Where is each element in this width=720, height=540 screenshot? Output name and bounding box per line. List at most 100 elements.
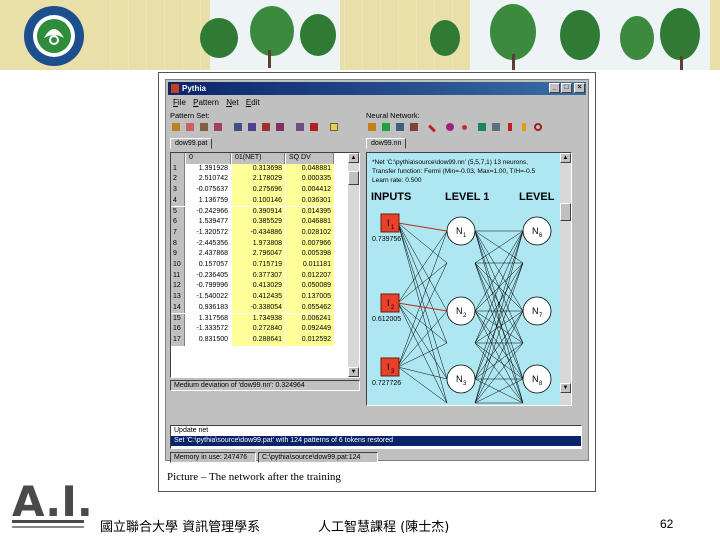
- table-cell[interactable]: -0.075637: [186, 185, 231, 196]
- table-cell[interactable]: 2.178029: [232, 174, 285, 186]
- stop-icon[interactable]: [308, 121, 320, 133]
- table-row[interactable]: 15 1.317568 1.734938 0.006241: [171, 313, 349, 325]
- table-cell[interactable]: 0.007966: [286, 238, 334, 250]
- refresh-icon[interactable]: [532, 121, 544, 133]
- delete-icon[interactable]: [274, 121, 286, 133]
- save-net-icon[interactable]: [394, 121, 406, 133]
- insert-icon[interactable]: [260, 121, 272, 133]
- table-cell[interactable]: 0.055462: [286, 302, 334, 314]
- table-row[interactable]: 14 0.936183 -0.338054 0.055462: [171, 302, 349, 314]
- table-row[interactable]: 7 -1.320572 -0.434886 0.028102: [171, 227, 349, 239]
- table-cell[interactable]: 0.014395: [286, 206, 334, 218]
- table-cell[interactable]: 0.137005: [286, 292, 334, 303]
- table-cell[interactable]: 1.317568: [186, 314, 231, 325]
- menu-net[interactable]: Net: [226, 97, 238, 108]
- paste-icon[interactable]: [246, 121, 258, 133]
- table-cell[interactable]: 0.048881: [286, 163, 334, 175]
- table-cell[interactable]: 0.050089: [286, 281, 334, 293]
- tab-dow99-nn[interactable]: dow99.nn: [366, 138, 407, 149]
- table-row[interactable]: 16 -1.333572 0.272840 0.092449: [171, 324, 349, 335]
- table-cell[interactable]: -0.799996: [186, 281, 231, 292]
- table-cell[interactable]: 0.100146: [232, 195, 285, 207]
- table-cell[interactable]: 0.377307: [232, 270, 285, 282]
- menu-file[interactable]: File: [173, 97, 186, 108]
- table-cell[interactable]: 0.028102: [286, 227, 334, 239]
- table-cell[interactable]: -0.236405: [186, 271, 231, 282]
- table-row[interactable]: 4 1.136759 0.100146 0.036301: [171, 195, 349, 207]
- table-cell[interactable]: 0.413029: [232, 281, 285, 293]
- copy-icon[interactable]: [232, 121, 244, 133]
- flask-icon[interactable]: [518, 121, 530, 133]
- table-cell[interactable]: -0.434886: [232, 227, 285, 239]
- table-cell[interactable]: 1.539477: [186, 217, 231, 228]
- table-row[interactable]: 8 -2.445356 1.973808 0.007966: [171, 238, 349, 250]
- column-header[interactable]: SQ DV: [286, 153, 334, 164]
- column-header[interactable]: 0: [186, 153, 231, 164]
- table-cell[interactable]: 0.412435: [232, 292, 285, 303]
- table-cell[interactable]: 0.000335: [286, 174, 334, 186]
- menu-pattern[interactable]: Pattern: [193, 97, 219, 108]
- table-cell[interactable]: 2.510742: [186, 174, 231, 185]
- print-net-icon[interactable]: [408, 121, 420, 133]
- network-scrollbar[interactable]: ▲ ▼: [560, 153, 571, 405]
- table-row[interactable]: 1 1.391928 0.313698 0.048881: [171, 163, 349, 175]
- table-cell[interactable]: 1.391928: [186, 164, 231, 175]
- pattern-scrollbar[interactable]: ▲ ▼: [348, 153, 359, 377]
- table-cell[interactable]: 0.036301: [286, 195, 334, 207]
- table-row[interactable]: 13 -1.540022 0.412435 0.137005: [171, 292, 349, 303]
- table-cell[interactable]: 2.796047: [232, 249, 285, 260]
- table-cell[interactable]: 0.005398: [286, 249, 334, 260]
- menu-edit[interactable]: Edit: [246, 97, 260, 108]
- settings-icon[interactable]: [490, 121, 502, 133]
- table-cell[interactable]: -1.333572: [186, 324, 231, 335]
- table-cell[interactable]: -2.445356: [186, 239, 231, 250]
- open-net-icon[interactable]: [366, 121, 378, 133]
- chart-icon[interactable]: [328, 121, 340, 133]
- run-icon[interactable]: [294, 121, 306, 133]
- table-row[interactable]: 5 -0.242966 0.390914 0.014395: [171, 206, 349, 218]
- target-icon[interactable]: [444, 121, 456, 133]
- table-cell[interactable]: 2.437868: [186, 249, 231, 260]
- open-pattern-icon[interactable]: [170, 121, 182, 133]
- table-cell[interactable]: 0.272840: [232, 324, 285, 335]
- close-button[interactable]: ×: [574, 83, 585, 93]
- table-cell[interactable]: 0.831500: [186, 335, 231, 346]
- record-icon[interactable]: [458, 121, 470, 133]
- table-cell[interactable]: 0.275696: [232, 185, 285, 196]
- table-cell[interactable]: 1.973808: [232, 238, 285, 250]
- table-row[interactable]: 2 2.510742 2.178029 0.000335: [171, 174, 349, 186]
- pen-icon[interactable]: [426, 121, 438, 133]
- table-cell[interactable]: 1.136759: [186, 196, 231, 207]
- minimize-button[interactable]: _: [549, 83, 560, 93]
- table-cell[interactable]: 0.046881: [286, 217, 334, 228]
- table-cell[interactable]: 0.004412: [286, 185, 334, 196]
- table-row[interactable]: 12 -0.799996 0.413029 0.050089: [171, 281, 349, 293]
- table-row[interactable]: 3 -0.075637 0.275696 0.004412: [171, 185, 349, 196]
- table-cell[interactable]: 0.012207: [286, 270, 334, 282]
- table-cell[interactable]: -1.540022: [186, 292, 231, 303]
- save-pattern-icon[interactable]: [198, 121, 210, 133]
- column-header[interactable]: 01(NET): [232, 153, 285, 164]
- table-cell[interactable]: 0.006241: [286, 313, 334, 325]
- bottle-icon[interactable]: [504, 121, 516, 133]
- new-pattern-icon[interactable]: [184, 121, 196, 133]
- table-row[interactable]: 10 0.157057 0.715719 0.011181: [171, 260, 349, 271]
- table-cell[interactable]: 0.313698: [232, 163, 285, 175]
- print-pattern-icon[interactable]: [212, 121, 224, 133]
- table-cell[interactable]: 0.092449: [286, 324, 334, 335]
- table-cell[interactable]: 0.288641: [232, 334, 285, 346]
- maximize-button[interactable]: □: [561, 83, 572, 93]
- new-net-icon[interactable]: [380, 121, 392, 133]
- table-cell[interactable]: -1.320572: [186, 228, 231, 239]
- table-cell[interactable]: 0.936183: [186, 303, 231, 314]
- log-line-selected[interactable]: Set 'C:\pythia\source\dow99.pat' with 12…: [171, 436, 581, 446]
- table-cell[interactable]: -0.338054: [232, 302, 285, 314]
- table-row[interactable]: 6 1.539477 0.385529 0.046881: [171, 217, 349, 228]
- table-row[interactable]: 9 2.437868 2.796047 0.005398: [171, 249, 349, 260]
- table-cell[interactable]: -0.242966: [186, 207, 231, 218]
- table-row[interactable]: 11 -0.236405 0.377307 0.012207: [171, 270, 349, 282]
- table-cell[interactable]: 0.715719: [232, 260, 285, 271]
- table-cell[interactable]: 1.734938: [232, 313, 285, 325]
- table-cell[interactable]: 0.390914: [232, 206, 285, 218]
- table-row[interactable]: 17 0.831500 0.288641 0.012592: [171, 334, 349, 346]
